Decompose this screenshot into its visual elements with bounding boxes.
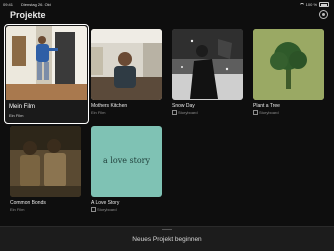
project-thumbnail[interactable]: a love story: [91, 126, 162, 197]
status-time: 09:41: [3, 2, 14, 7]
project-thumbnail[interactable]: [253, 29, 324, 100]
bottom-bar: Neues Projekt beginnen: [0, 226, 334, 251]
battery-icon: [319, 2, 329, 7]
thumb-image: [6, 26, 87, 100]
project-subtitle-text: Storyboard: [178, 110, 198, 115]
battery-percent: 100 %: [305, 2, 317, 7]
storyboard-icon: [253, 110, 258, 116]
tree-illustration: [253, 29, 324, 100]
project-thumbnail[interactable]: [6, 26, 87, 100]
settings-button[interactable]: [319, 10, 328, 19]
project-title: Plant a Tree: [253, 103, 280, 109]
project-thumbnail[interactable]: [91, 29, 162, 100]
project-subtitle: Ein Film: [91, 110, 106, 115]
wifi-icon: [299, 2, 304, 7]
drag-handle[interactable]: [162, 229, 172, 230]
project-title: A Love Story: [91, 200, 120, 206]
project-title: Mothers Kitchen: [91, 103, 128, 109]
project-subtitle: Storyboard: [91, 207, 117, 213]
project-thumbnail[interactable]: [172, 29, 243, 100]
thumbnail-title-text: a love story: [103, 156, 150, 165]
project-subtitle: Ein Film: [10, 207, 25, 212]
project-subtitle: Storyboard: [253, 110, 279, 116]
thumb-image: [91, 29, 162, 100]
status-indicators: 100 %: [299, 2, 329, 7]
storyboard-icon: [91, 207, 96, 213]
page-title: Projekte: [10, 10, 46, 20]
project-title: Common Bonds: [10, 200, 46, 206]
project-subtitle-text: Storyboard: [259, 110, 279, 115]
project-subtitle: Storyboard: [172, 110, 198, 116]
storyboard-icon: [172, 110, 177, 116]
new-project-button[interactable]: Neues Projekt beginnen: [0, 236, 334, 243]
status-date: Dienstag 26. Okt: [21, 2, 51, 7]
project-title: Snow Day: [172, 103, 195, 109]
project-card-mein-film[interactable]: Mein Film Ein Film: [4, 24, 89, 124]
project-subtitle: Ein Film: [9, 113, 24, 118]
project-title: Mein Film: [9, 104, 36, 110]
status-bar: 09:41 Dienstag 26. Okt 100 %: [0, 0, 334, 8]
project-subtitle-text: Storyboard: [97, 207, 117, 212]
thumb-image: [10, 126, 81, 197]
thumb-image: [172, 29, 243, 100]
project-thumbnail[interactable]: [10, 126, 81, 197]
